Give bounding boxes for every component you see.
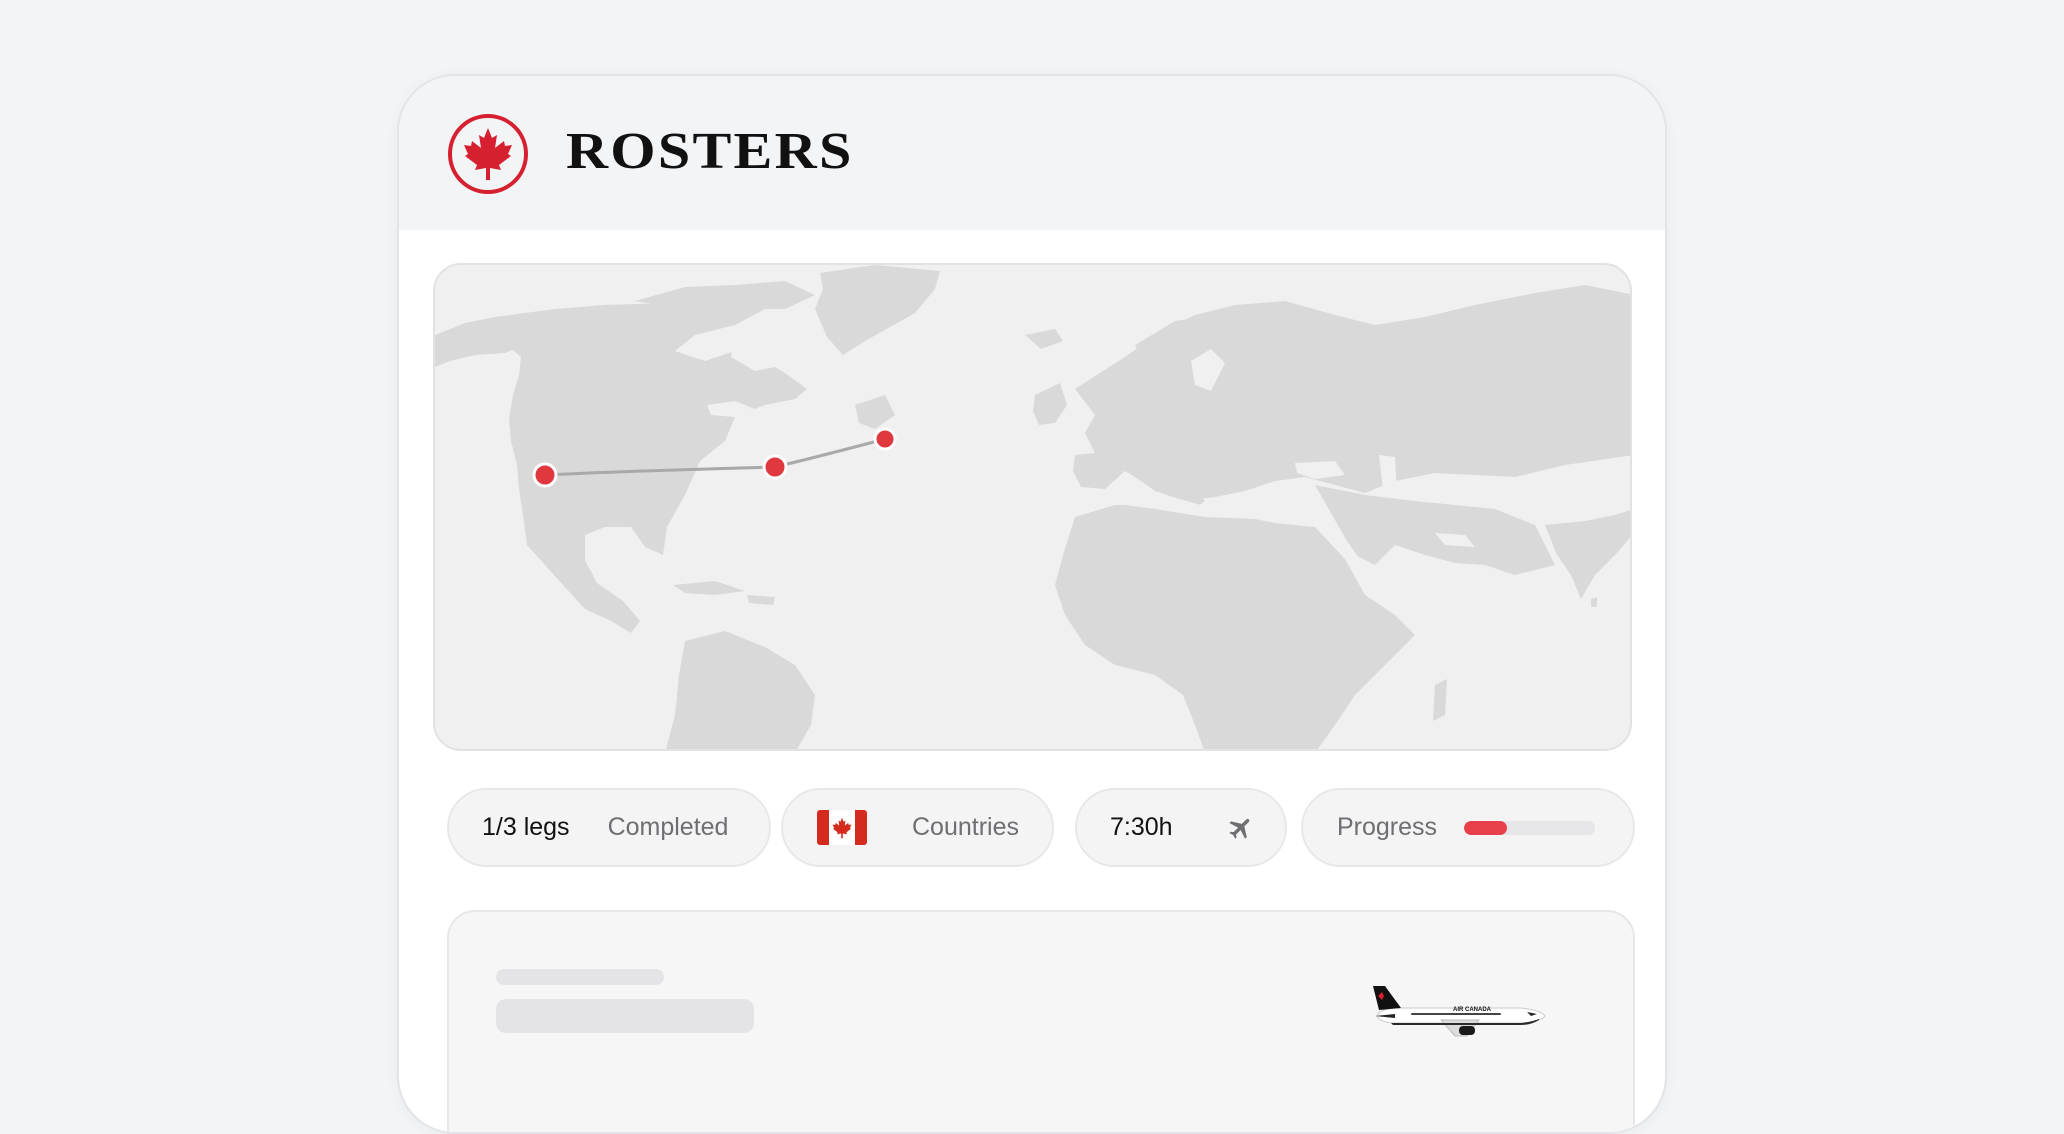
land-iberia	[1073, 451, 1125, 489]
stop-san-francisco[interactable]	[532, 462, 558, 488]
land-iceland	[1025, 329, 1063, 349]
land-masses	[435, 265, 1630, 749]
land-sri-lanka	[1591, 597, 1597, 607]
land-europe	[1075, 285, 1630, 501]
maple-leaf-icon	[464, 128, 512, 180]
legs-label: Completed	[607, 813, 729, 841]
land-cuba	[673, 581, 745, 595]
land-hispaniola	[747, 595, 775, 605]
progress-label: Progress	[1337, 813, 1438, 841]
progress-pill[interactable]: Progress	[1301, 788, 1635, 867]
gulf-of-mexico	[595, 551, 675, 585]
land-canada-islands	[635, 281, 815, 309]
aircraft-image: AIR CANADA	[1373, 986, 1546, 1037]
world-map	[435, 265, 1630, 749]
land-middle-east	[1315, 485, 1555, 575]
countries-label: Countries	[912, 813, 1019, 841]
legs-value: 1/3 legs	[482, 813, 570, 841]
land-india	[1545, 510, 1630, 599]
stop-toronto[interactable]	[762, 454, 788, 480]
canada-flag-icon	[817, 810, 867, 845]
skeleton-line-long	[496, 999, 754, 1033]
land-uk	[1033, 383, 1067, 425]
progress-bar	[1464, 820, 1596, 835]
stats-row: 1/3 legs Completed Countries 7:30h Progr…	[447, 788, 1635, 868]
brand-title: ROSTERS	[566, 123, 854, 180]
caspian-sea	[1379, 455, 1397, 493]
skeleton-line-short	[496, 969, 664, 985]
svg-text:AIR CANADA: AIR CANADA	[1453, 1007, 1492, 1013]
flight-detail-card[interactable]: AIR CANADA	[447, 910, 1635, 1132]
duration-value: 7:30h	[1110, 813, 1173, 841]
route-map[interactable]	[433, 263, 1632, 751]
land-newfoundland	[855, 395, 895, 429]
maple-leaf-logo	[448, 114, 528, 194]
stop-st-johns[interactable]	[873, 427, 897, 451]
land-madagascar	[1433, 679, 1447, 721]
legs-pill[interactable]: 1/3 legs Completed	[447, 788, 771, 867]
roster-header: ROSTERS	[399, 76, 1665, 230]
countries-pill[interactable]: Countries	[781, 788, 1054, 867]
progress-bar-fill	[1464, 820, 1508, 835]
land-greenland	[815, 265, 940, 355]
route-leg-2	[773, 437, 887, 469]
roster-card: ROSTERS 1/3 legs Completed Countries 7:3…	[397, 74, 1667, 1134]
airplane-icon	[1227, 814, 1255, 842]
duration-pill[interactable]: 7:30h	[1075, 788, 1287, 867]
land-south-america	[666, 631, 815, 749]
